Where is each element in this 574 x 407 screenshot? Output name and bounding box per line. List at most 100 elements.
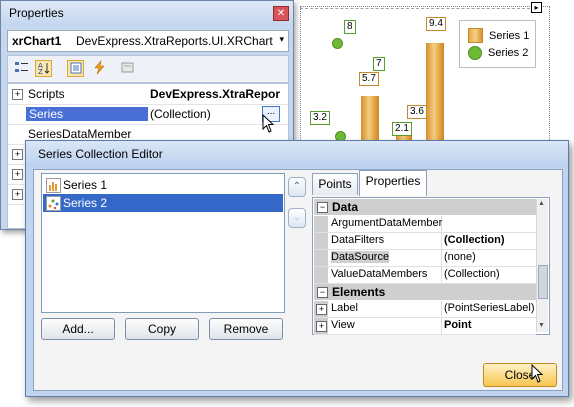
chart-data-label: 7 [373, 57, 385, 71]
object-name: xrChart1 [12, 34, 62, 48]
property-value: (Collection) [444, 234, 505, 246]
copy-series-button[interactable]: Copy [125, 318, 199, 340]
expand-icon[interactable]: + [12, 189, 23, 200]
chart-data-label: 3.6 [407, 105, 427, 119]
move-up-button[interactable]: ⌃ [288, 177, 306, 197]
chart-data-label: 2.1 [392, 122, 412, 136]
property-name: DataFilters [331, 234, 385, 246]
add-series-button[interactable]: Add... [41, 318, 115, 340]
mouse-pointer-icon [531, 364, 544, 383]
property-value: (none) [444, 251, 476, 263]
series-list: Series 1 Series 2 [41, 173, 285, 313]
chart-data-label: 8 [344, 20, 356, 34]
chart-data-label: 3.2 [310, 111, 330, 125]
property-name: Label [331, 302, 358, 314]
category-label: Data [332, 200, 359, 214]
property-value: (PointSeriesLabel) [444, 302, 535, 314]
point-series-icon [468, 46, 482, 60]
move-down-button[interactable]: ⌄ [288, 208, 306, 228]
expand-icon[interactable]: + [316, 321, 327, 332]
collapse-icon[interactable]: − [317, 202, 328, 213]
remove-series-button[interactable]: Remove [209, 318, 283, 340]
property-name: View [331, 319, 355, 331]
series-collection-editor-dialog: Series Collection Editor Series 1 Series… [25, 140, 569, 397]
column-divider [441, 318, 442, 334]
tab-properties[interactable]: Properties [359, 170, 427, 196]
property-name: Scripts [28, 87, 65, 101]
row-gutter [314, 267, 328, 283]
properties-toolbar: AZ [7, 55, 289, 83]
legend-item: Series 1 [468, 28, 529, 43]
object-selector-dropdown[interactable]: xrChart1 DevExpress.XtraReports.UI.XRCha… [7, 30, 289, 52]
series-property-grid: − Data ArgumentDataMember DataFilters (C… [312, 197, 550, 335]
property-row[interactable]: ArgumentDataMember [314, 216, 536, 233]
row-gutter [314, 233, 328, 249]
category-data[interactable]: − Data [314, 199, 536, 215]
chart-point [332, 38, 343, 49]
legend-item: Series 2 [468, 46, 528, 60]
row-gutter [314, 216, 328, 232]
column-divider [441, 267, 442, 283]
properties-title-bar[interactable]: Properties [1, 1, 293, 25]
chevron-down-icon: ▾ [279, 34, 284, 44]
scroll-up-icon[interactable]: ▲ [538, 200, 545, 207]
chart-data-label: 5.7 [359, 72, 379, 86]
alphabetical-icon[interactable]: AZ [35, 60, 52, 77]
column-divider [441, 301, 442, 317]
property-row-series[interactable]: Series (Collection) ... [8, 104, 288, 125]
series-list-item-selected[interactable]: Series 2 [43, 194, 283, 212]
property-name: ArgumentDataMember [331, 217, 443, 229]
property-row[interactable]: + Scripts DevExpress.XtraRepor [8, 84, 288, 105]
property-value: (Collection) [444, 268, 500, 280]
object-type: DevExpress.XtraReports.UI.XRChart [76, 34, 273, 48]
series-name: Series 2 [63, 196, 108, 210]
property-name: DataSource [331, 251, 390, 263]
property-value: DevExpress.XtraRepor [150, 87, 281, 101]
editor-title: Series Collection Editor [38, 147, 163, 161]
row-gutter [314, 250, 328, 266]
property-value: Point [444, 319, 472, 331]
chart-legend: Series 1 Series 2 [459, 20, 536, 68]
categorized-icon[interactable] [13, 60, 30, 77]
svg-text:Z: Z [38, 68, 43, 75]
property-row[interactable]: + Label (PointSeriesLabel) [314, 301, 536, 318]
property-name: ValueDataMembers [331, 268, 428, 280]
editor-body: Series 1 Series 2 ⌃ ⌄ Add... Copy Remove… [33, 169, 563, 391]
properties-title: Properties [9, 6, 64, 20]
property-name: SeriesDataMember [28, 127, 132, 141]
property-row-selected[interactable]: DataSource (none) [314, 250, 536, 267]
bar-series-icon [468, 28, 483, 43]
series-list-item[interactable]: Series 1 [43, 176, 283, 194]
editor-title-bar[interactable]: Series Collection Editor [26, 141, 568, 167]
events-icon[interactable] [91, 59, 108, 77]
property-pages-icon[interactable] [119, 60, 136, 77]
legend-label: Series 2 [488, 47, 529, 59]
scrollbar-thumb[interactable] [538, 265, 548, 299]
column-divider [441, 233, 442, 249]
property-row[interactable]: DataFilters (Collection) [314, 233, 536, 250]
tab-points[interactable]: Points [312, 173, 358, 195]
scroll-down-icon[interactable]: ▼ [538, 322, 545, 329]
expand-icon[interactable]: + [12, 169, 23, 180]
property-row[interactable]: + View Point [314, 318, 536, 335]
point-series-icon [46, 196, 61, 211]
bar-series-icon [46, 178, 61, 193]
legend-label: Series 1 [489, 29, 530, 42]
series-name: Series 1 [63, 178, 108, 192]
properties-icon[interactable] [67, 60, 84, 77]
column-divider [441, 250, 442, 266]
close-icon[interactable]: ✕ [273, 6, 289, 21]
expand-icon[interactable]: + [316, 304, 327, 315]
property-name: Series [26, 107, 148, 121]
category-label: Elements [332, 285, 386, 299]
smart-tag-icon[interactable]: ▸ [531, 2, 542, 13]
chart-data-label: 9.4 [426, 17, 446, 31]
vertical-scrollbar[interactable]: ▲ ▼ [536, 199, 548, 332]
expand-icon[interactable]: + [12, 149, 23, 160]
close-button[interactable]: Close [483, 363, 557, 387]
property-row[interactable]: ValueDataMembers (Collection) [314, 267, 536, 284]
mouse-pointer-icon [262, 114, 275, 133]
category-elements[interactable]: − Elements [314, 284, 536, 300]
collapse-icon[interactable]: − [317, 287, 328, 298]
expand-icon[interactable]: + [12, 89, 23, 100]
